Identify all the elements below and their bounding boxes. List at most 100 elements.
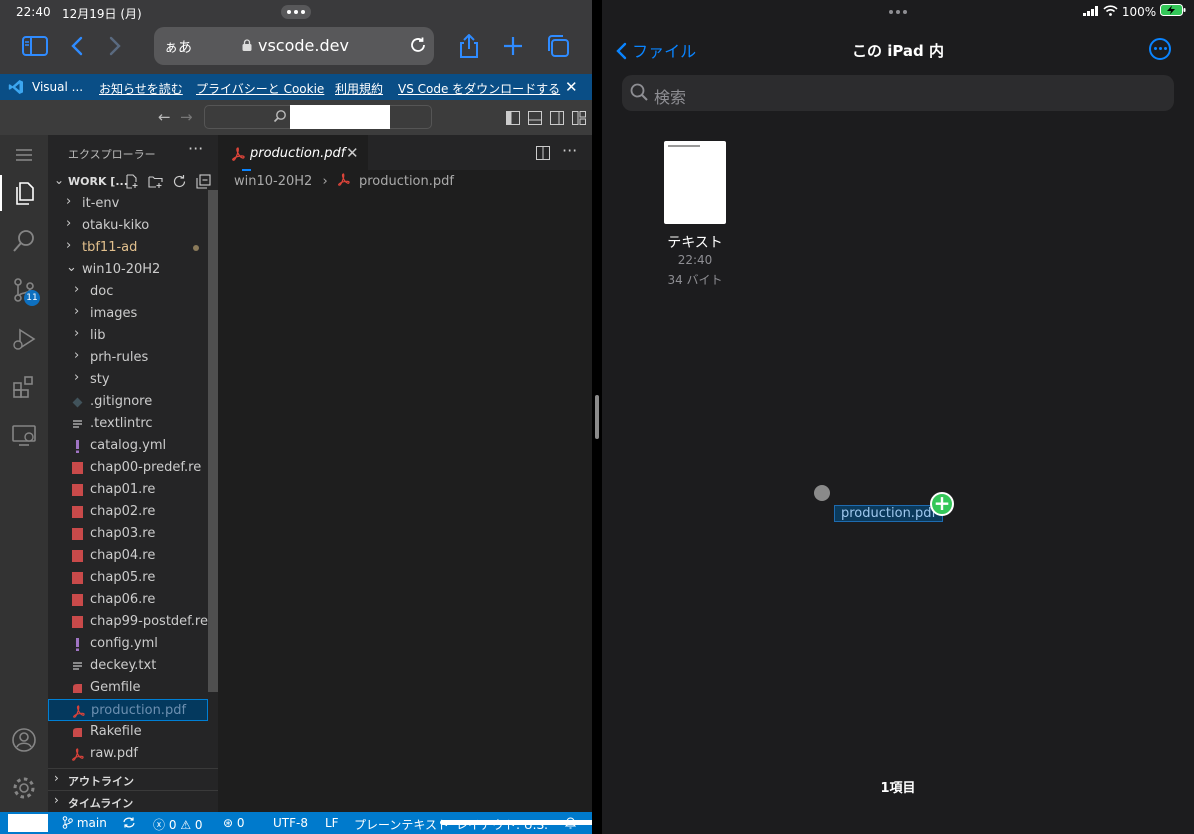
tree-file[interactable]: raw.pdf bbox=[48, 743, 208, 765]
banner-link-download[interactable]: VS Code をダウンロードする bbox=[398, 80, 560, 97]
remote-explorer-icon[interactable] bbox=[10, 421, 38, 449]
tree-folder[interactable]: › doc bbox=[48, 281, 208, 303]
banner-link-news[interactable]: お知らせを読む bbox=[99, 80, 183, 97]
thumbnail-text-line bbox=[668, 145, 700, 147]
chevron-right-icon: › bbox=[74, 370, 80, 385]
tree-folder[interactable]: ⌄ win10-20H2 bbox=[48, 259, 208, 281]
explorer-icon[interactable] bbox=[10, 179, 38, 207]
banner-link-terms[interactable]: 利用規約 bbox=[335, 80, 383, 97]
tree-folder[interactable]: › sty bbox=[48, 369, 208, 391]
extensions-icon[interactable] bbox=[10, 373, 38, 401]
tree-folder[interactable]: › prh-rules bbox=[48, 347, 208, 369]
wifi-icon bbox=[1103, 5, 1122, 19]
timeline-section[interactable]: › タイムライン bbox=[48, 790, 218, 812]
more-actions-icon[interactable]: ··· bbox=[188, 139, 203, 158]
activity-bar: 11 bbox=[0, 135, 48, 812]
sync-icon[interactable] bbox=[122, 816, 136, 832]
split-editor-icon[interactable] bbox=[536, 145, 550, 164]
file-thumbnail[interactable] bbox=[664, 141, 726, 224]
dragged-file-label[interactable]: production.pdf bbox=[834, 505, 944, 522]
settings-gear-icon[interactable] bbox=[10, 774, 38, 802]
tree-folder[interactable]: › lib bbox=[48, 325, 208, 347]
redacted-area bbox=[290, 105, 390, 129]
customize-layout-icon[interactable] bbox=[572, 110, 586, 129]
forward-icon[interactable] bbox=[108, 36, 122, 61]
tree-file[interactable]: config.yml bbox=[48, 633, 208, 655]
breadcrumb-file[interactable]: production.pdf bbox=[359, 174, 454, 189]
scm-badge: 11 bbox=[24, 290, 40, 306]
new-tab-icon[interactable] bbox=[502, 35, 524, 62]
tree-folder[interactable]: › it-env bbox=[48, 193, 208, 215]
tree-file[interactable]: .gitignore bbox=[48, 391, 208, 413]
breadcrumb: win10-20H2 › production.pdf bbox=[234, 173, 454, 190]
address-bar[interactable]: ぁあ vscode.dev bbox=[154, 27, 434, 65]
safari-toolbar: ぁあ vscode.dev bbox=[0, 24, 592, 74]
tree-file[interactable]: .textlintrc bbox=[48, 413, 208, 435]
tree-file[interactable]: catalog.yml bbox=[48, 435, 208, 457]
tree-file[interactable]: chap02.re bbox=[48, 501, 208, 523]
home-indicator[interactable] bbox=[440, 820, 592, 825]
ruby-icon bbox=[72, 682, 83, 694]
vscode-banner: Visual ... お知らせを読む プライバシーと Cookie 利用規約 V… bbox=[0, 74, 592, 100]
tree-file[interactable]: chap06.re bbox=[48, 589, 208, 611]
new-file-icon[interactable] bbox=[124, 174, 139, 192]
tab-close-icon[interactable]: ✕ bbox=[346, 144, 359, 162]
ports-indicator[interactable]: ⊛ 0 bbox=[223, 816, 245, 830]
editor-more-icon[interactable]: ··· bbox=[562, 141, 577, 160]
breadcrumb-folder[interactable]: win10-20H2 bbox=[234, 174, 312, 189]
multitask-dots-icon[interactable] bbox=[281, 5, 311, 19]
banner-close-icon[interactable]: ✕ bbox=[565, 78, 578, 96]
toggle-sidebar-icon[interactable] bbox=[506, 110, 520, 129]
tree-file[interactable]: Rakefile bbox=[48, 721, 208, 743]
tree-file[interactable]: deckey.txt bbox=[48, 655, 208, 677]
split-view-divider[interactable] bbox=[592, 0, 602, 834]
tree-folder[interactable]: › tbf11-ad bbox=[48, 237, 208, 259]
reader-options-button[interactable]: ぁあ bbox=[164, 37, 192, 57]
tree-item-label: catalog.yml bbox=[90, 438, 167, 453]
nav-forward-icon[interactable]: → bbox=[180, 108, 193, 126]
search-view-icon[interactable] bbox=[10, 227, 38, 255]
outline-section[interactable]: › アウトライン bbox=[48, 768, 218, 790]
encoding-indicator[interactable]: UTF-8 bbox=[273, 816, 308, 830]
menu-icon[interactable] bbox=[10, 141, 38, 169]
sidebar-toggle-icon[interactable] bbox=[22, 36, 48, 61]
tree-file[interactable]: Gemfile bbox=[48, 677, 208, 699]
tree-folder[interactable]: › otaku-kiko bbox=[48, 215, 208, 237]
remote-indicator[interactable] bbox=[8, 814, 48, 832]
multitask-dots-icon[interactable] bbox=[883, 5, 913, 19]
refresh-icon[interactable] bbox=[172, 174, 187, 192]
sidebar-scrollbar[interactable] bbox=[208, 190, 218, 692]
account-icon[interactable] bbox=[10, 726, 38, 754]
tree-file[interactable]: production.pdf bbox=[48, 699, 208, 721]
command-center[interactable] bbox=[204, 105, 432, 129]
magnifier-icon bbox=[630, 83, 648, 105]
run-debug-icon[interactable] bbox=[10, 325, 38, 353]
workspace-section-header[interactable]: ⌄ WORK [... bbox=[48, 171, 218, 193]
tree-folder[interactable]: › images bbox=[48, 303, 208, 325]
tree-file[interactable]: chap04.re bbox=[48, 545, 208, 567]
toggle-secondary-sidebar-icon[interactable] bbox=[550, 110, 564, 129]
modified-dot-icon bbox=[193, 245, 199, 251]
tree-file[interactable]: chap01.re bbox=[48, 479, 208, 501]
editor-area: production.pdf ✕ ··· win10-20H2 › produc… bbox=[218, 135, 592, 812]
branch-indicator[interactable]: main bbox=[62, 816, 107, 830]
divider-handle[interactable] bbox=[595, 395, 599, 439]
tree-file[interactable]: chap03.re bbox=[48, 523, 208, 545]
eol-indicator[interactable]: LF bbox=[325, 816, 339, 830]
tree-file[interactable]: chap99-postdef.re bbox=[48, 611, 208, 633]
language-indicator[interactable]: プレーンテキスト bbox=[354, 816, 449, 833]
tabs-overview-icon[interactable] bbox=[546, 34, 570, 63]
tree-file[interactable]: chap05.re bbox=[48, 567, 208, 589]
toggle-panel-icon[interactable] bbox=[528, 110, 542, 129]
tab-production-pdf[interactable]: production.pdf ✕ bbox=[218, 135, 368, 171]
back-icon[interactable] bbox=[70, 36, 84, 61]
share-icon[interactable] bbox=[458, 33, 480, 63]
reload-icon[interactable] bbox=[409, 36, 427, 59]
search-field[interactable]: 検索 bbox=[622, 75, 1174, 111]
nav-back-icon[interactable]: ← bbox=[158, 108, 171, 126]
new-folder-icon[interactable] bbox=[148, 174, 163, 192]
tree-file[interactable]: chap00-predef.re bbox=[48, 457, 208, 479]
banner-link-privacy[interactable]: プライバシーと Cookie bbox=[196, 80, 324, 97]
problems-indicator[interactable]: ⓧ 0 ⚠ 0 bbox=[153, 816, 203, 833]
more-options-icon[interactable] bbox=[1149, 38, 1171, 60]
